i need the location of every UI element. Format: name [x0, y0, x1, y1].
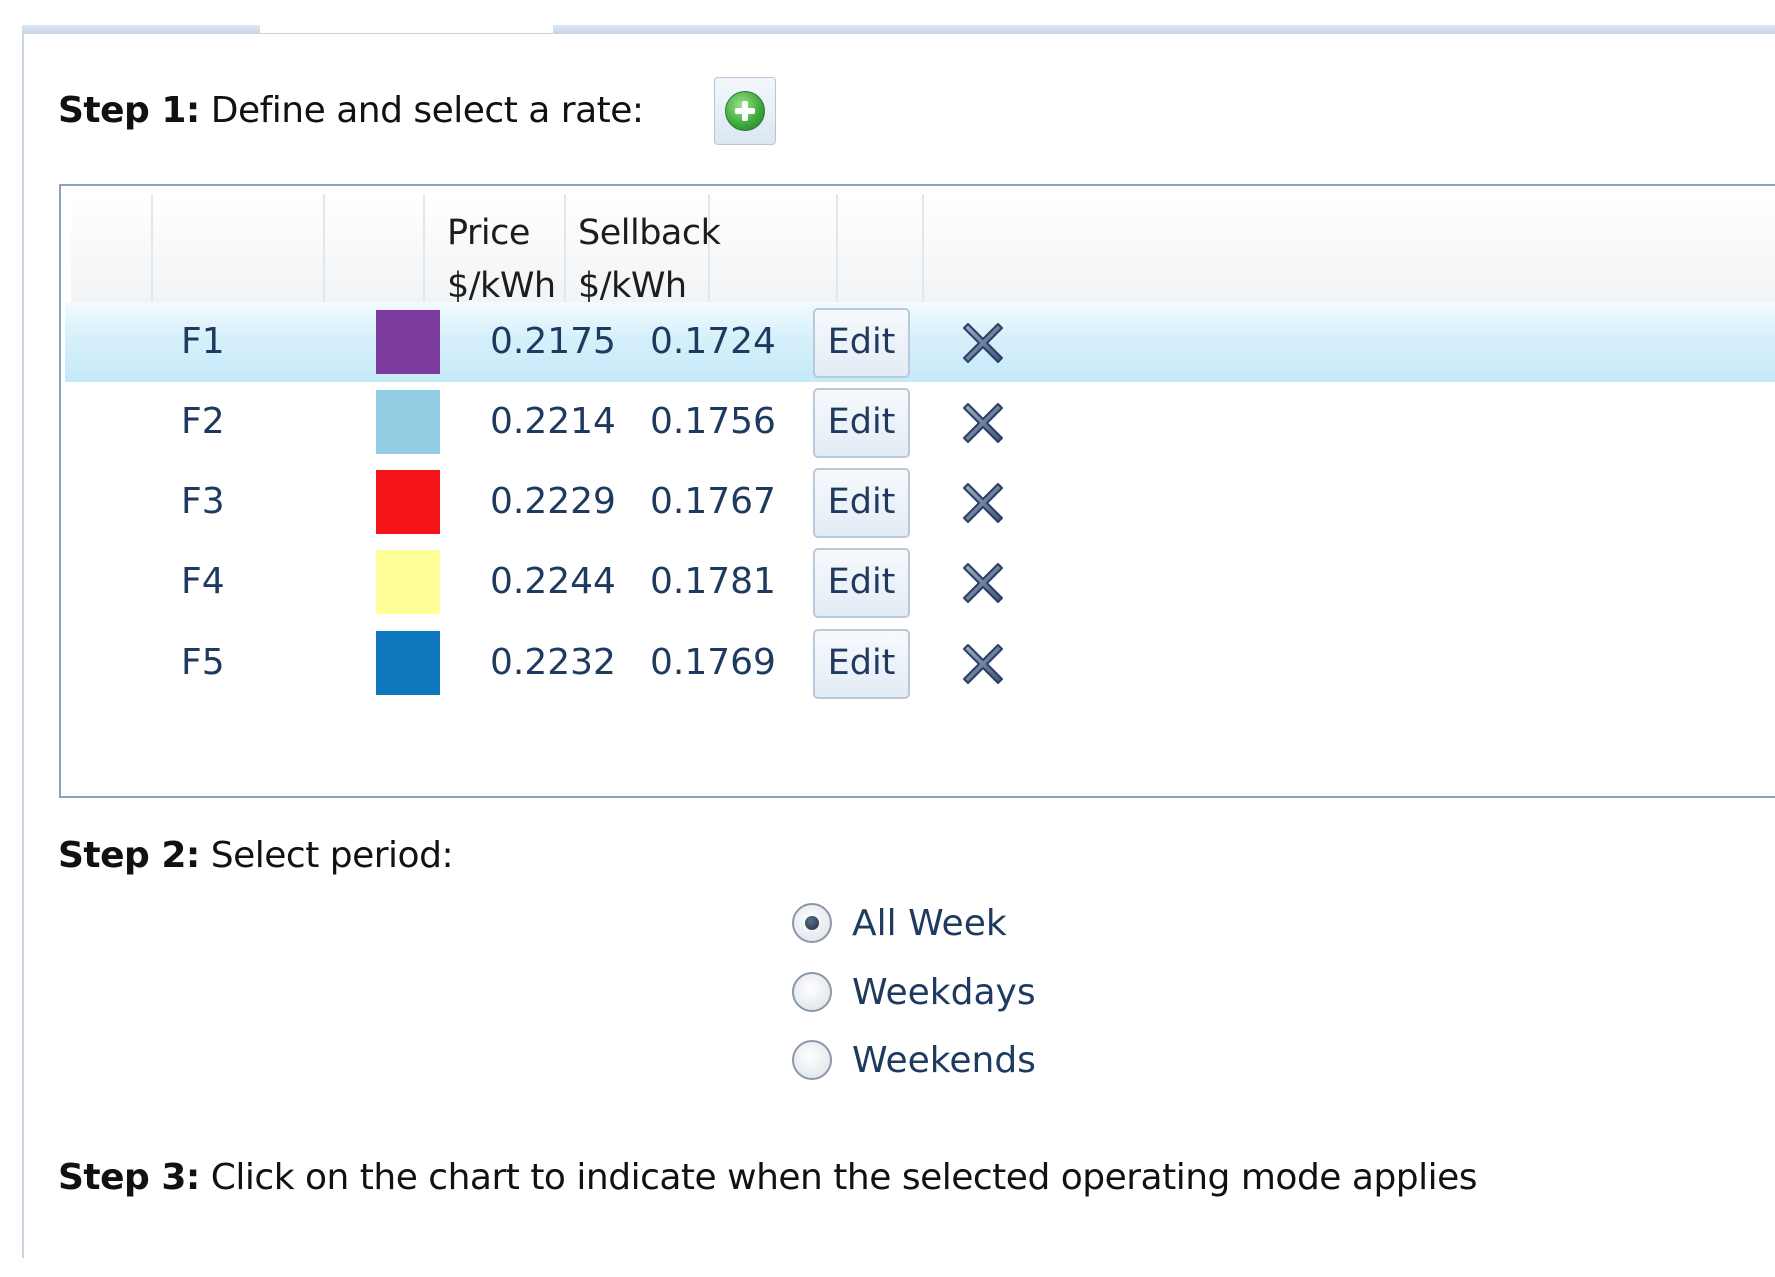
step2-heading: Step 2: Select period:: [58, 835, 454, 876]
rate-sellback: 0.1769: [650, 642, 776, 683]
rate-name: F3: [181, 481, 225, 522]
delete-x-icon[interactable]: [958, 398, 1008, 448]
add-rate-button[interactable]: [714, 77, 776, 145]
edit-button[interactable]: Edit: [813, 388, 910, 458]
tab-inactive-left[interactable]: [22, 25, 260, 33]
radio-label: Weekdays: [852, 971, 1036, 1013]
rate-name: F4: [181, 561, 225, 602]
rate-sellback: 0.1767: [650, 481, 776, 522]
delete-x-icon[interactable]: [958, 318, 1008, 368]
table-row[interactable]: F3 0.2229 0.1767 Edit: [65, 462, 1775, 542]
rate-price: 0.2229: [490, 481, 616, 522]
grid-header: Price $/kWh Sellback $/kWh: [71, 194, 1775, 306]
rate-color-swatch: [376, 310, 440, 374]
radio-weekdays[interactable]: Weekdays: [792, 966, 1036, 1018]
rate-color-swatch: [376, 631, 440, 695]
rate-sellback: 0.1724: [650, 321, 776, 362]
panel-border-left: [22, 33, 24, 1258]
step1-text: Define and select a rate:: [199, 90, 644, 131]
header-delete: [838, 194, 924, 304]
table-row[interactable]: F1 0.2175 0.1724 Edit: [65, 302, 1775, 382]
rate-color-swatch: [376, 550, 440, 614]
delete-x-icon[interactable]: [958, 558, 1008, 608]
edit-button[interactable]: Edit: [813, 308, 910, 378]
header-edit: [710, 194, 838, 304]
rate-name: F5: [181, 642, 225, 683]
rate-color-swatch: [376, 390, 440, 454]
header-price-label: Price $/kWh: [447, 213, 556, 306]
edit-button[interactable]: Edit: [813, 468, 910, 538]
edit-button[interactable]: Edit: [813, 548, 910, 618]
step3-text: Click on the chart to indicate when the …: [199, 1157, 1478, 1198]
header-color: [325, 194, 425, 304]
rate-name: F2: [181, 401, 225, 442]
radio-weekends[interactable]: Weekends: [792, 1034, 1036, 1086]
radio-button[interactable]: [792, 1040, 832, 1080]
rate-price: 0.2244: [490, 561, 616, 602]
rate-price: 0.2214: [490, 401, 616, 442]
rate-color-swatch: [376, 470, 440, 534]
radio-label: Weekends: [852, 1039, 1036, 1081]
rate-schedule-panel: Step 1: Define and select a rate: Price …: [0, 0, 1775, 1277]
rate-name: F1: [181, 321, 225, 362]
delete-x-icon[interactable]: [958, 478, 1008, 528]
step1-label: Step 1:: [58, 90, 200, 131]
radio-all-week[interactable]: All Week: [792, 897, 1007, 949]
header-sellback-label: Sellback $/kWh: [578, 213, 721, 306]
step3-heading: Step 3: Click on the chart to indicate w…: [58, 1157, 1478, 1198]
tab-strip-right: [553, 25, 1775, 33]
table-row[interactable]: F4 0.2244 0.1781 Edit: [65, 542, 1775, 622]
edit-button[interactable]: Edit: [813, 629, 910, 699]
header-price[interactable]: Price $/kWh: [425, 194, 566, 306]
header-name: [153, 194, 325, 304]
rate-sellback: 0.1781: [650, 561, 776, 602]
header-row-indicator: [71, 194, 153, 304]
step2-text: Select period:: [199, 835, 454, 876]
step2-label: Step 2:: [58, 835, 200, 876]
tab-active[interactable]: [260, 25, 553, 33]
table-row[interactable]: F2 0.2214 0.1756 Edit: [65, 382, 1775, 462]
table-row[interactable]: F5 0.2232 0.1769 Edit: [65, 623, 1775, 703]
delete-x-icon[interactable]: [958, 639, 1008, 689]
rate-price: 0.2175: [490, 321, 616, 362]
radio-button[interactable]: [792, 972, 832, 1012]
rate-sellback: 0.1756: [650, 401, 776, 442]
step1-heading: Step 1: Define and select a rate:: [58, 90, 644, 131]
radio-label: All Week: [852, 902, 1007, 944]
add-circle-icon: [725, 91, 765, 131]
rate-price: 0.2232: [490, 642, 616, 683]
step3-label: Step 3:: [58, 1157, 200, 1198]
header-sellback[interactable]: Sellback $/kWh: [566, 194, 721, 306]
radio-button[interactable]: [792, 903, 832, 943]
rates-grid: Price $/kWh Sellback $/kWh F1 0.2175 0.172…: [59, 184, 1775, 798]
panel-border-top: [22, 33, 1775, 34]
